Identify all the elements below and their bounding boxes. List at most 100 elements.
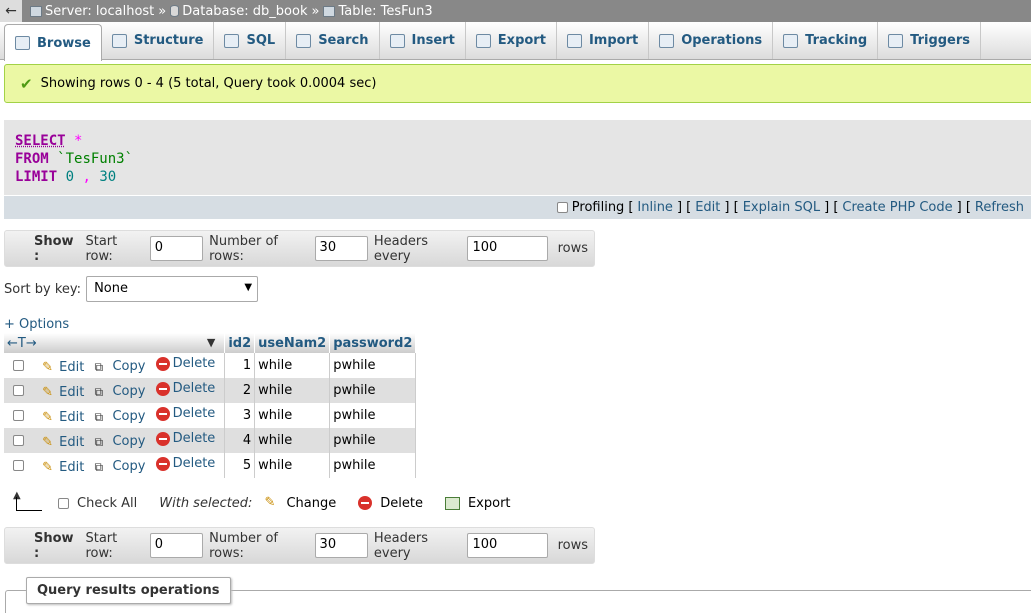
bulk-change-button[interactable]: ✎ Change [264, 496, 336, 511]
edit-row-button[interactable]: ✎ Edit [42, 385, 84, 400]
copy-icon: ⧉ [94, 359, 104, 374]
structure-icon [111, 33, 127, 48]
tab-operations[interactable]: Operations [649, 22, 774, 59]
profiling-checkbox[interactable] [556, 202, 568, 213]
copy-row-button[interactable]: ⧉ Copy [94, 434, 145, 449]
number-of-rows-input[interactable]: 30 [314, 236, 368, 261]
sql-table-name: `TesFun3` [57, 151, 134, 167]
cell-usenam2[interactable]: while [254, 428, 331, 453]
rows-label: rows [557, 241, 588, 256]
column-header-usenam2[interactable]: useNam2 [254, 333, 331, 353]
explain-sql-link[interactable]: Explain SQL [743, 200, 820, 215]
table-row: ✎ Edit ⧉ Copy Delete 3 while pwhile [4, 403, 417, 428]
copy-row-button[interactable]: ⧉ Copy [94, 384, 145, 399]
column-arrows-icon[interactable]: ←T→ [7, 336, 37, 351]
breadcrumb: ← Server: localhost » Database: db_book … [0, 0, 1031, 22]
headers-every-input[interactable]: 100 [467, 533, 548, 558]
edit-row-button[interactable]: ✎ Edit [42, 435, 84, 450]
pencil-icon: ✎ [264, 495, 276, 510]
cell-usenam2[interactable]: while [254, 353, 331, 378]
column-header-id2[interactable]: id2 [224, 333, 256, 353]
copy-row-button[interactable]: ⧉ Copy [94, 459, 145, 474]
row-checkbox[interactable] [13, 359, 24, 371]
sort-by-key-select[interactable]: None ▼ [86, 276, 259, 302]
cell-password2[interactable]: pwhile [329, 453, 417, 478]
tab-search[interactable]: Search [286, 22, 380, 59]
table-row: ✎ Edit ⧉ Copy Delete 4 while pwhile [4, 428, 417, 453]
cell-password2[interactable]: pwhile [329, 428, 417, 453]
cell-usenam2[interactable]: while [254, 453, 331, 478]
column-header-password2[interactable]: password2 [329, 333, 417, 353]
check-all-label[interactable]: Check All [77, 496, 137, 511]
tab-structure[interactable]: Structure [102, 22, 215, 59]
row-actions: ✎ Edit ⧉ Copy Delete [4, 353, 226, 378]
bulk-export-button[interactable]: Export [444, 496, 511, 511]
headers-every-input[interactable]: 100 [467, 236, 548, 261]
delete-row-button[interactable]: Delete [155, 381, 215, 396]
check-all-checkbox[interactable] [58, 497, 69, 509]
tab-browse[interactable]: Browse [4, 24, 102, 61]
delete-icon [155, 356, 170, 371]
cell-id2[interactable]: 4 [224, 428, 256, 453]
edit-sql-link[interactable]: Edit [695, 200, 720, 215]
back-arrow-icon[interactable]: ← [0, 0, 22, 22]
delete-row-button[interactable]: Delete [155, 456, 215, 471]
tab-triggers[interactable]: Triggers [878, 22, 982, 59]
cell-id2[interactable]: 5 [224, 453, 256, 478]
sql-comma: , [82, 169, 91, 185]
cell-password2[interactable]: pwhile [329, 378, 417, 403]
sql-icon [224, 33, 240, 48]
cell-usenam2[interactable]: while [254, 403, 331, 428]
start-row-input[interactable]: 0 [149, 533, 204, 558]
cell-password2[interactable]: pwhile [329, 353, 417, 378]
sql-count: 30 [99, 169, 117, 185]
row-checkbox[interactable] [13, 459, 24, 471]
copy-row-button[interactable]: ⧉ Copy [94, 409, 145, 424]
delete-row-button[interactable]: Delete [155, 431, 215, 446]
pencil-icon: ✎ [42, 359, 54, 375]
row-checkbox[interactable] [13, 384, 24, 396]
delete-row-button[interactable]: Delete [155, 356, 215, 371]
cell-id2[interactable]: 2 [224, 378, 256, 403]
sql-limit-keyword: LIMIT [15, 169, 58, 185]
copy-icon: ⧉ [94, 409, 104, 424]
table-row: ✎ Edit ⧉ Copy Delete 5 while pwhile [4, 453, 417, 478]
sql-offset: 0 [65, 169, 75, 185]
bulk-actions: ▲ Check All With selected: ✎ Change Delet… [13, 490, 533, 513]
options-link[interactable]: + Options [4, 317, 69, 332]
tab-export[interactable]: Export [466, 22, 557, 59]
row-checkbox[interactable] [13, 409, 24, 421]
sort-by-key-label: Sort by key: [4, 281, 82, 297]
inline-edit-link[interactable]: Inline [637, 200, 673, 215]
copy-icon: ⧉ [94, 459, 104, 474]
table-row: ✎ Edit ⧉ Copy Delete 2 while pwhile [4, 378, 417, 403]
cell-id2[interactable]: 1 [224, 353, 256, 378]
edit-row-button[interactable]: ✎ Edit [42, 360, 84, 375]
edit-row-button[interactable]: ✎ Edit [42, 460, 84, 475]
breadcrumb-database[interactable]: Database: db_book [170, 4, 307, 19]
pencil-icon: ✎ [42, 409, 54, 425]
tab-insert[interactable]: Insert [380, 22, 466, 59]
number-of-rows-input[interactable]: 30 [314, 533, 368, 558]
cell-password2[interactable]: pwhile [329, 403, 417, 428]
sql-select-keyword[interactable]: SELECT [15, 133, 66, 149]
create-php-link[interactable]: Create PHP Code [842, 200, 952, 215]
start-row-input[interactable]: 0 [149, 236, 204, 261]
sql-star: * [74, 133, 83, 149]
database-icon [170, 5, 180, 17]
edit-row-button[interactable]: ✎ Edit [42, 410, 84, 425]
breadcrumb-table[interactable]: Table: TesFun3 [323, 4, 433, 19]
cell-usenam2[interactable]: while [254, 378, 331, 403]
delete-row-button[interactable]: Delete [155, 406, 215, 421]
cell-id2[interactable]: 3 [224, 403, 256, 428]
tab-import[interactable]: Import [557, 22, 650, 59]
query-results-operations-legend[interactable]: Query results operations [26, 577, 231, 604]
tab-tracking[interactable]: Tracking [773, 22, 879, 59]
column-menu-icon[interactable]: ▼ [207, 336, 215, 349]
tab-sql[interactable]: SQL [214, 22, 287, 59]
row-checkbox[interactable] [13, 434, 24, 446]
breadcrumb-server[interactable]: Server: localhost [30, 4, 154, 19]
refresh-link[interactable]: Refresh [975, 200, 1024, 215]
copy-row-button[interactable]: ⧉ Copy [94, 359, 145, 374]
bulk-delete-button[interactable]: Delete [358, 496, 423, 511]
